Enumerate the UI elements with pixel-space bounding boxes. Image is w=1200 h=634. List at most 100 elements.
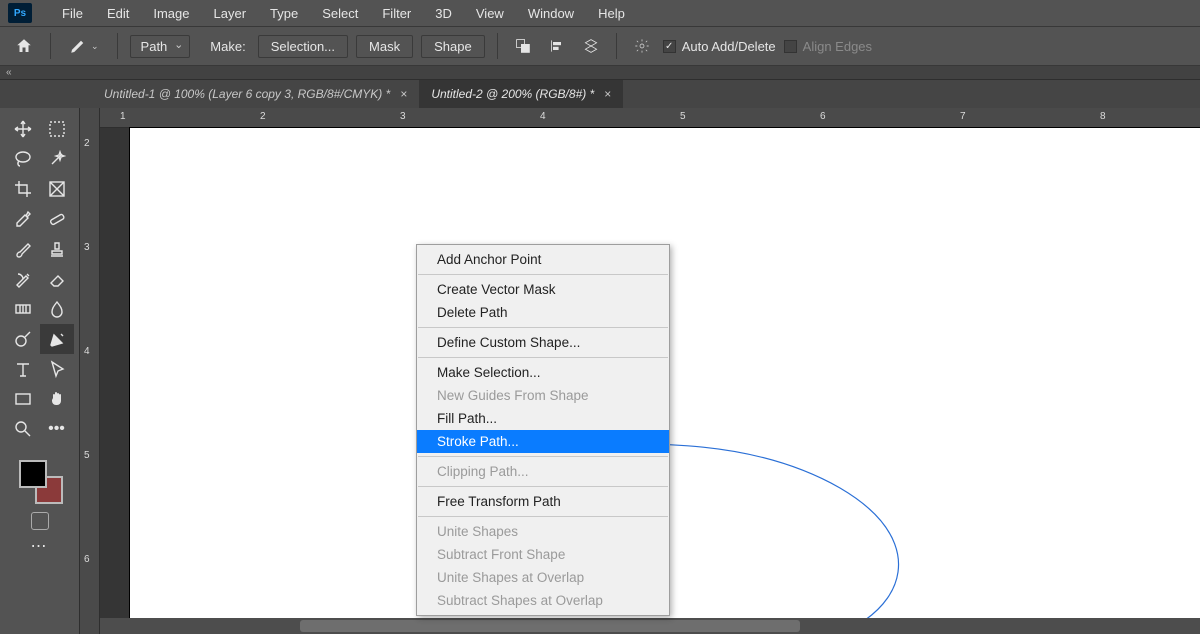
gradient-tool[interactable] [6, 294, 40, 324]
menu-edit[interactable]: Edit [95, 2, 141, 25]
more-tools[interactable]: ••• [40, 414, 74, 444]
make-selection-button[interactable]: Selection... [258, 35, 348, 58]
ruler-tick: 4 [540, 111, 546, 122]
path-operations-button[interactable] [510, 33, 536, 59]
path-alignment-button[interactable] [544, 33, 570, 59]
context-menu-item[interactable]: Make Selection... [417, 361, 669, 384]
history-brush-tool[interactable] [6, 264, 40, 294]
menu-type[interactable]: Type [258, 2, 310, 25]
gear-button[interactable] [629, 33, 655, 59]
make-mask-button[interactable]: Mask [356, 35, 413, 58]
type-tool[interactable] [6, 354, 40, 384]
quick-mask-toggle[interactable] [31, 512, 49, 530]
path-arrangement-button[interactable] [578, 33, 604, 59]
menu-layer[interactable]: Layer [202, 2, 259, 25]
menu-window[interactable]: Window [516, 2, 586, 25]
menu-image[interactable]: Image [141, 2, 201, 25]
menu-3d[interactable]: 3D [423, 2, 464, 25]
context-menu: Add Anchor Point Create Vector MaskDelete… [416, 244, 670, 616]
document-tab[interactable]: Untitled-1 @ 100% (Layer 6 copy 3, RGB/8… [92, 80, 419, 108]
menu-help[interactable]: Help [586, 2, 637, 25]
context-menu-item: Subtract Shapes at Overlap [417, 589, 669, 612]
eyedropper-icon [14, 210, 32, 228]
ruler-tick: 4 [84, 346, 90, 357]
rectangle-tool[interactable] [6, 384, 40, 414]
auto-add-label: Auto Add/Delete [682, 39, 776, 54]
context-menu-item[interactable]: Fill Path... [417, 407, 669, 430]
menu-view[interactable]: View [464, 2, 516, 25]
drop-icon [48, 300, 66, 318]
collapse-label: « [6, 67, 12, 78]
crop-icon [14, 180, 32, 198]
menu-select[interactable]: Select [310, 2, 370, 25]
zoom-tool[interactable] [6, 414, 40, 444]
rect-icon [14, 390, 32, 408]
menu-separator [418, 486, 668, 487]
scrollbar-horizontal[interactable] [100, 618, 1200, 634]
separator [50, 33, 51, 59]
document-tab[interactable]: Untitled-2 @ 200% (RGB/8#) * × [419, 80, 623, 108]
color-swatches[interactable] [17, 458, 63, 504]
stamp-tool[interactable] [40, 234, 74, 264]
align-edges-label: Align Edges [803, 39, 872, 54]
make-label: Make: [210, 39, 245, 54]
history-brush-icon [14, 270, 32, 288]
context-menu-item[interactable]: Stroke Path... [417, 430, 669, 453]
brush-icon [14, 240, 32, 258]
close-icon[interactable]: × [604, 87, 611, 101]
eraser-tool[interactable] [40, 264, 74, 294]
dodge-icon [14, 330, 32, 348]
brush-tool[interactable] [6, 234, 40, 264]
document-tab-bar: Untitled-1 @ 100% (Layer 6 copy 3, RGB/8… [0, 80, 1200, 108]
dodge-tool[interactable] [6, 324, 40, 354]
marquee-tool[interactable] [40, 114, 74, 144]
zoom-icon [14, 420, 32, 438]
menu-separator [418, 327, 668, 328]
tool-mode-select[interactable]: Path [130, 35, 191, 58]
align-icon [549, 38, 565, 54]
foreground-color[interactable] [19, 460, 47, 488]
magic-wand-tool[interactable] [40, 144, 74, 174]
context-menu-item[interactable]: Define Custom Shape... [417, 331, 669, 354]
ruler-tick: 5 [680, 111, 686, 122]
menu-separator [418, 516, 668, 517]
home-button[interactable] [10, 32, 38, 60]
panel-collapse-handle[interactable]: « [0, 66, 1200, 80]
ruler-tick: 7 [960, 111, 966, 122]
crop-tool[interactable] [6, 174, 40, 204]
cursor-icon [48, 360, 66, 378]
align-edges-checkbox: Align Edges [784, 39, 872, 54]
context-menu-item[interactable]: Add Anchor Point [417, 248, 669, 271]
screen-mode[interactable]: ⋯ [31, 536, 49, 556]
frame-tool[interactable] [40, 174, 74, 204]
menu-bar: Ps FileEditImageLayerTypeSelectFilter3DV… [0, 0, 1200, 26]
lasso-tool[interactable] [6, 144, 40, 174]
context-menu-item: Subtract Front Shape [417, 543, 669, 566]
scrollbar-thumb[interactable] [300, 620, 800, 632]
context-menu-item[interactable]: Delete Path [417, 301, 669, 324]
close-icon[interactable]: × [400, 87, 407, 101]
auto-add-delete-checkbox[interactable]: Auto Add/Delete [663, 39, 776, 54]
gradient-icon [14, 300, 32, 318]
path-select-tool[interactable] [40, 354, 74, 384]
home-icon [15, 37, 33, 55]
context-menu-item[interactable]: Free Transform Path [417, 490, 669, 513]
menu-filter[interactable]: Filter [370, 2, 423, 25]
ellipsis-icon: ••• [48, 420, 65, 438]
tab-label: Untitled-2 @ 200% (RGB/8#) * [431, 87, 594, 101]
move-tool[interactable] [6, 114, 40, 144]
blur-tool[interactable] [40, 294, 74, 324]
pen-tool-indicator[interactable]: ⌄ [63, 37, 105, 55]
make-shape-button[interactable]: Shape [421, 35, 485, 58]
ruler-horizontal[interactable]: 123456789 [100, 108, 1200, 128]
tab-label: Untitled-1 @ 100% (Layer 6 copy 3, RGB/8… [104, 87, 390, 101]
menu-file[interactable]: File [50, 2, 95, 25]
healing-tool[interactable] [40, 204, 74, 234]
context-menu-item[interactable]: Create Vector Mask [417, 278, 669, 301]
ruler-tick: 5 [84, 450, 90, 461]
pen-tool[interactable] [40, 324, 74, 354]
ruler-vertical[interactable]: 23456 [80, 108, 100, 634]
toolbox: ••• ⋯ [0, 108, 80, 634]
hand-tool[interactable] [40, 384, 74, 414]
eyedropper-tool[interactable] [6, 204, 40, 234]
